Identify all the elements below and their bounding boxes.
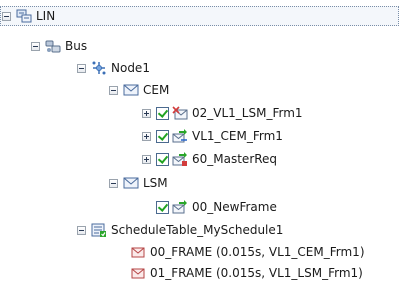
tree-item-label: LIN <box>36 9 56 23</box>
collapse-toggle[interactable] <box>77 63 86 73</box>
expand-toggle[interactable] <box>142 154 151 164</box>
transmit-frame-icon <box>172 128 188 144</box>
tree-item-label: VL1_CEM_Frm1 <box>192 129 283 143</box>
collapse-toggle[interactable] <box>109 85 118 95</box>
frame-checkbox[interactable] <box>156 152 169 166</box>
tree-item-label: 01_FRAME (0.015s, VL1_LSM_Frm1) <box>150 266 363 280</box>
tree-item-label: CEM <box>143 83 170 97</box>
tree-item-label: Node1 <box>111 61 150 75</box>
tree-item-label: Bus <box>65 39 88 53</box>
ecu-envelope-icon <box>123 175 139 191</box>
node-icon <box>91 60 107 76</box>
bus-icon <box>45 38 61 54</box>
schedule-frame-icon <box>130 244 146 260</box>
tree-item-lin[interactable]: LIN <box>0 6 399 26</box>
tree-item-bus[interactable]: Bus <box>31 36 87 56</box>
transmit-frame-icon <box>172 199 188 215</box>
lin-network-icon <box>16 8 32 24</box>
tree-item-lsm[interactable]: LSM <box>109 173 168 193</box>
collapse-toggle[interactable] <box>2 11 11 21</box>
tree-item-label: 00_FRAME (0.015s, VL1_CEM_Frm1) <box>150 245 365 259</box>
tree-item-label: 60_MasterReq <box>192 152 278 166</box>
tree-item-frame-60[interactable]: 60_MasterReq <box>142 149 277 169</box>
tree-item-node1[interactable]: Node1 <box>77 58 150 78</box>
collapse-toggle[interactable] <box>109 178 118 188</box>
tree-item-frame-vl1-cem[interactable]: VL1_CEM_Frm1 <box>142 126 283 146</box>
frame-checkbox[interactable] <box>156 200 169 214</box>
tree-item-frame-00-new[interactable]: 00_NewFrame <box>142 197 277 217</box>
master-request-icon <box>172 151 188 167</box>
tree-item-label: ScheduleTable_MySchedule1 <box>111 223 284 237</box>
expand-toggle[interactable] <box>142 108 151 118</box>
schedule-table-icon <box>91 222 107 238</box>
frame-checkbox[interactable] <box>156 106 169 120</box>
tree-item-schedule-entry[interactable]: 01_FRAME (0.015s, VL1_LSM_Frm1) <box>130 263 363 283</box>
tree-item-schedule-entry[interactable]: 00_FRAME (0.015s, VL1_CEM_Frm1) <box>130 242 365 262</box>
tree-item-label: LSM <box>143 176 168 190</box>
tree-item-label: 00_NewFrame <box>192 200 277 214</box>
collapse-toggle[interactable] <box>31 41 40 51</box>
tree-item-schedule-table[interactable]: ScheduleTable_MySchedule1 <box>77 220 283 240</box>
ecu-envelope-icon <box>123 82 139 98</box>
frame-checkbox[interactable] <box>156 129 169 143</box>
schedule-frame-icon <box>130 265 146 281</box>
tree-item-frame-02[interactable]: 02_VL1_LSM_Frm1 <box>142 103 303 123</box>
receive-frame-icon <box>172 105 188 121</box>
tree-item-cem[interactable]: CEM <box>109 80 169 100</box>
tree-item-label: 02_VL1_LSM_Frm1 <box>192 106 303 120</box>
expand-toggle[interactable] <box>142 131 151 141</box>
collapse-toggle[interactable] <box>77 225 86 235</box>
